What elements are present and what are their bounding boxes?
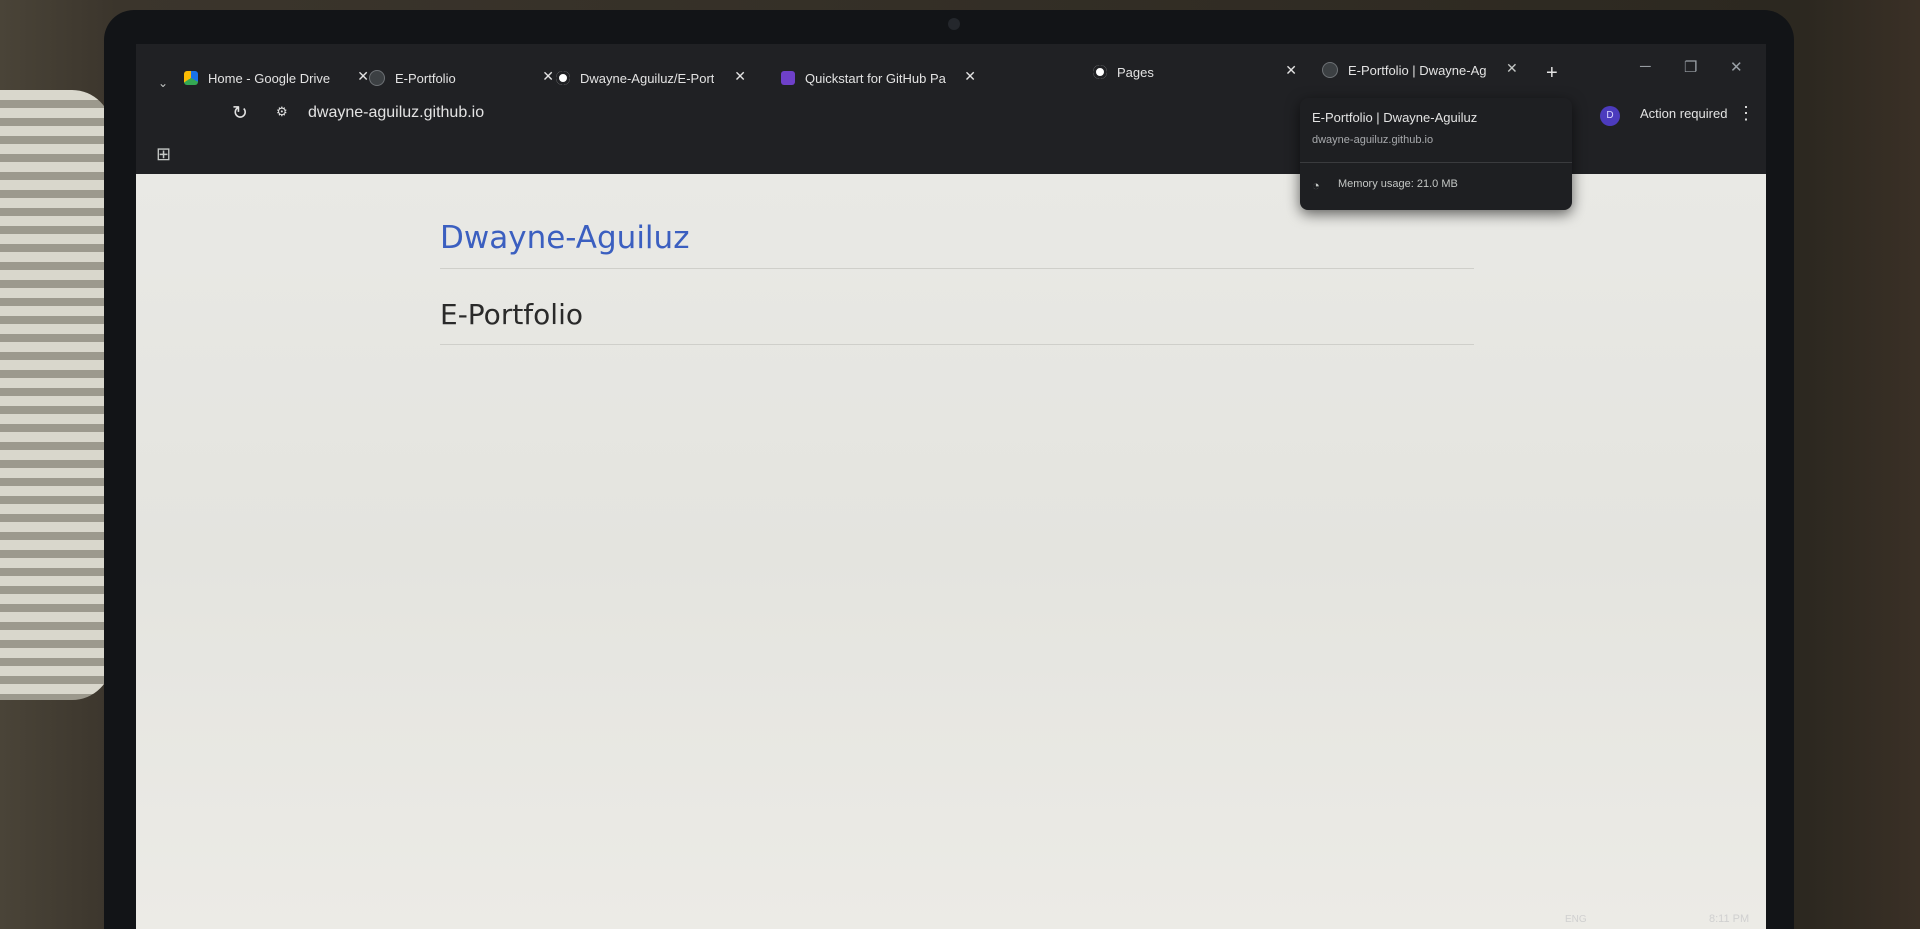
apps-grid-icon[interactable]: ⊞: [156, 144, 171, 165]
restore-icon[interactable]: ❐: [1684, 58, 1697, 76]
tab-e-portfolio[interactable]: E-Portfolio ✕: [369, 66, 554, 90]
close-icon[interactable]: ✕: [542, 68, 554, 85]
close-window-icon[interactable]: ✕: [1730, 58, 1743, 76]
minimize-icon[interactable]: ─: [1640, 58, 1651, 75]
tab-title: E-Portfolio: [395, 70, 456, 86]
heading-divider: [440, 344, 1474, 345]
tab-title: Dwayne-Aguiluz/E-Port: [580, 70, 715, 86]
tab-github-repo[interactable]: Dwayne-Aguiluz/E-Port ✕: [556, 66, 746, 90]
audio-mute-icon[interactable]: ✕: [1506, 60, 1518, 77]
close-icon[interactable]: ✕: [964, 68, 976, 85]
memory-usage: Memory usage: 21.0 MB: [1338, 178, 1458, 190]
tab-title: Home - Google Drive: [208, 70, 331, 86]
title-divider: [440, 268, 1474, 269]
site-info-icon[interactable]: ⚙: [276, 104, 288, 120]
page-viewport: Dwayne-Aguiluz E-Portfolio: [136, 174, 1766, 929]
github-icon: [556, 71, 570, 85]
site-title-link[interactable]: Dwayne-Aguiluz: [440, 220, 689, 256]
github-docs-icon: [781, 71, 795, 85]
background-fan: [0, 90, 112, 700]
tab-hover-card: E-Portfolio | Dwayne-Aguiluz dwayne-agui…: [1300, 98, 1572, 210]
address-bar[interactable]: dwayne-aguiluz.github.io: [308, 104, 484, 122]
tab-title: Quickstart for GitHub Pa: [805, 70, 946, 86]
tab-e-portfolio-active[interactable]: E-Portfolio | Dwayne-Ag: [1322, 58, 1502, 82]
tab-google-drive[interactable]: Home - Google Drive ✕: [184, 66, 369, 90]
webcam: [948, 18, 960, 30]
hovercard-divider: [1300, 162, 1572, 163]
tab-title: E-Portfolio | Dwayne-Ag: [1348, 62, 1487, 78]
google-drive-icon: [184, 71, 198, 85]
profile-avatar[interactable]: D: [1600, 106, 1620, 126]
hovercard-title: E-Portfolio | Dwayne-Aguiluz: [1312, 110, 1478, 125]
tab-search-icon[interactable]: ⌄: [158, 76, 168, 90]
globe-icon: [369, 70, 385, 86]
tab-pages[interactable]: Pages ✕: [1093, 60, 1297, 84]
page-heading: E-Portfolio: [440, 298, 583, 331]
action-required-button[interactable]: Action required: [1640, 106, 1727, 121]
tab-quickstart[interactable]: Quickstart for GitHub Pa ✕: [781, 66, 976, 90]
close-icon[interactable]: ✕: [1285, 62, 1297, 79]
close-icon[interactable]: ✕: [357, 68, 369, 85]
globe-icon: [1322, 62, 1338, 78]
memory-gauge-icon: ◔: [1312, 178, 1320, 193]
hovercard-url: dwayne-aguiluz.github.io: [1312, 134, 1434, 146]
reload-icon[interactable]: ↻: [232, 102, 248, 125]
close-icon[interactable]: ✕: [734, 68, 746, 85]
taskbar-language[interactable]: ENG: [1565, 914, 1587, 925]
tab-title: Pages: [1117, 64, 1154, 80]
taskbar-clock[interactable]: 8:11 PM: [1709, 913, 1749, 925]
new-tab-button[interactable]: +: [1546, 62, 1558, 85]
more-menu-icon[interactable]: ⋮: [1737, 103, 1755, 124]
github-icon: [1093, 65, 1107, 79]
tab-strip: ⌄ Home - Google Drive ✕ E-Portfolio ✕ Dw…: [136, 44, 1766, 92]
